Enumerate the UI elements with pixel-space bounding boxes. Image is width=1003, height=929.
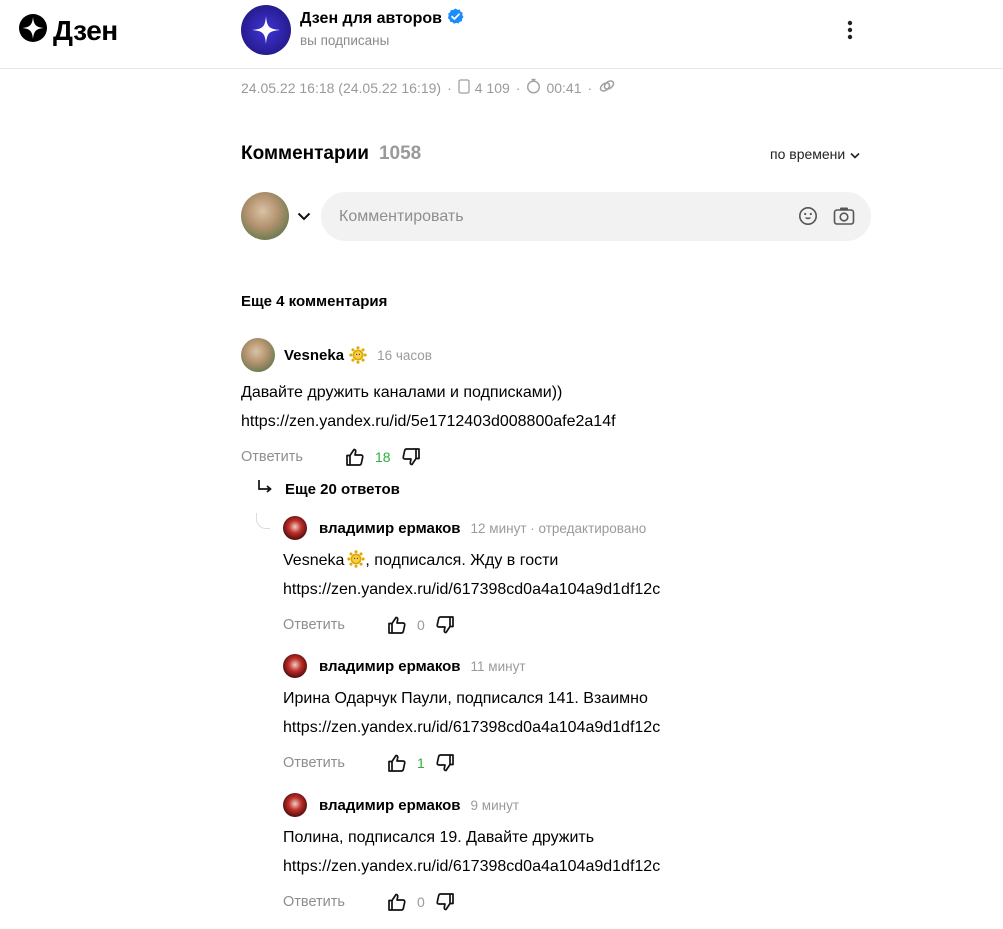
emoji-icon[interactable]	[798, 206, 818, 226]
reply-avatar[interactable]	[283, 654, 307, 678]
reads-count: 4 109	[474, 79, 510, 96]
sun-badge-icon	[347, 549, 366, 568]
thumb-down-icon[interactable]	[435, 892, 455, 912]
sun-badge-icon	[349, 346, 367, 364]
reply-text: Полина, подписался 19. Давайте дружить h…	[283, 823, 660, 881]
reply-actions: Ответить 0	[283, 889, 660, 915]
reply-author[interactable]: владимир ермаков	[319, 520, 461, 537]
thread-line	[256, 513, 270, 529]
reply-line-rest: , подписался. Жду в гости	[365, 552, 559, 569]
reply-author[interactable]: владимир ермаков	[319, 797, 461, 814]
reply-line: Полина, подписался 19. Давайте дружить	[283, 829, 595, 846]
reply-button[interactable]: Ответить	[283, 617, 387, 633]
user-avatar[interactable]	[241, 192, 289, 240]
comment-line: Давайте дружить каналами и подписками))	[241, 384, 563, 401]
reply-item: владимир ермаков 12 минут · отредактиров…	[283, 516, 660, 638]
mention[interactable]: Vesneka	[283, 552, 344, 569]
reply-button[interactable]: Ответить	[283, 755, 387, 771]
thumb-up-icon[interactable]	[387, 615, 407, 635]
comment-avatar[interactable]	[241, 338, 275, 372]
reply-item: владимир ермаков 11 минут Ирина Одарчук …	[283, 654, 660, 776]
comments-header: Комментарии 1058	[241, 143, 421, 165]
reply-avatar[interactable]	[283, 516, 307, 540]
channel-star-icon	[252, 16, 280, 44]
reply-link[interactable]: https://zen.yandex.ru/id/617398cd0a4a104…	[283, 575, 660, 604]
chevron-down-icon[interactable]	[297, 208, 313, 224]
reply-text: Ирина Одарчук Паули, подписался 141. Вза…	[283, 684, 660, 742]
comment-link[interactable]: https://zen.yandex.ru/id/5e1712403d00880…	[241, 407, 616, 436]
reply-time: 12 минут · отредактировано	[470, 520, 647, 536]
channel-header[interactable]: Дзен для авторов вы подписаны	[241, 5, 464, 55]
zen-logo[interactable]: Дзен	[19, 14, 118, 47]
comments-count: 1058	[378, 143, 422, 164]
more-comments-link[interactable]: Еще 4 комментария	[241, 293, 387, 310]
sort-dropdown[interactable]: по времени	[770, 146, 860, 162]
thumb-up-icon[interactable]	[345, 447, 365, 467]
reply-time: 9 минут	[470, 797, 520, 813]
comment-input[interactable]	[321, 192, 871, 241]
subscription-status: вы подписаны	[300, 33, 390, 48]
more-vertical-icon[interactable]	[836, 16, 864, 44]
like-count: 1	[417, 755, 425, 771]
answers-link[interactable]: Еще 20 ответов	[256, 479, 400, 499]
verified-check-icon	[447, 8, 464, 30]
article-meta: 24.05.22 16:18 (24.05.22 16:19) · 4 109 …	[241, 78, 616, 97]
document-icon	[458, 78, 470, 97]
comment-actions: Ответить 18	[241, 444, 616, 470]
comments-title: Комментарии	[241, 143, 369, 164]
thumb-down-icon[interactable]	[435, 753, 455, 773]
reply-line: Ирина Одарчук Паули, подписался 141. Вза…	[283, 690, 648, 707]
thumb-down-icon[interactable]	[435, 615, 455, 635]
comment-text: Давайте дружить каналами и подписками)) …	[241, 378, 616, 436]
sort-label: по времени	[770, 146, 846, 162]
reply-actions: Ответить 1	[283, 750, 660, 776]
chevron-down-icon	[850, 146, 860, 162]
reply-item: владимир ермаков 9 минут Полина, подписа…	[283, 793, 660, 915]
read-time: 00:41	[546, 79, 582, 96]
clock-icon	[526, 78, 541, 97]
reply-button[interactable]: Ответить	[241, 449, 345, 465]
zen-star-icon	[19, 14, 47, 47]
like-count: 0	[417, 894, 425, 910]
comment-author[interactable]: Vesneka	[284, 347, 344, 364]
reply-avatar[interactable]	[283, 793, 307, 817]
link-icon[interactable]	[598, 78, 616, 97]
reply-actions: Ответить 0	[283, 612, 660, 638]
camera-icon[interactable]	[833, 206, 855, 226]
thumb-down-icon[interactable]	[401, 447, 421, 467]
answers-label: Еще 20 ответов	[285, 480, 400, 498]
like-count: 18	[375, 449, 391, 465]
thumb-up-icon[interactable]	[387, 892, 407, 912]
channel-name[interactable]: Дзен для авторов	[300, 10, 442, 28]
reply-line: Vesneka , подписался. Жду в гости	[283, 546, 660, 575]
reply-link[interactable]: https://zen.yandex.ru/id/617398cd0a4a104…	[283, 713, 660, 742]
zen-logo-text: Дзен	[53, 14, 118, 46]
comment-item: Vesneka 16 часов Давайте дружить каналам…	[241, 338, 616, 470]
like-count: 0	[417, 617, 425, 633]
reply-author[interactable]: владимир ермаков	[319, 658, 461, 675]
thumb-up-icon[interactable]	[387, 753, 407, 773]
comment-composer	[241, 192, 871, 241]
reply-text: Vesneka , подписался. Жду в гости https:/…	[283, 546, 660, 604]
reply-link[interactable]: https://zen.yandex.ru/id/617398cd0a4a104…	[283, 852, 660, 881]
reply-button[interactable]: Ответить	[283, 894, 387, 910]
publish-date: 24.05.22 16:18 (24.05.22 16:19)	[241, 79, 442, 96]
top-bar: Дзен Дзен для авторов вы подписаны	[0, 0, 1003, 69]
channel-avatar[interactable]	[241, 5, 291, 55]
reply-time: 11 минут	[470, 658, 526, 674]
comment-time: 16 часов	[377, 347, 432, 363]
reply-arrow-icon	[256, 479, 273, 499]
